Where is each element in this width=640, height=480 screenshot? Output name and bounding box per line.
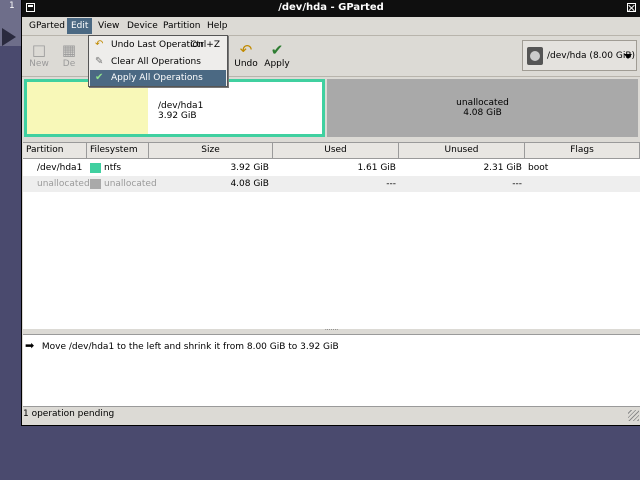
- cell-unused: ---: [512, 179, 522, 189]
- cell-used: ---: [386, 179, 396, 189]
- filesystem-color-swatch: [90, 179, 101, 189]
- cell-size: 4.08 GiB: [230, 179, 269, 189]
- partition-map-name: /dev/hda1: [158, 101, 204, 111]
- menu-gparted[interactable]: GParted: [25, 18, 69, 34]
- list-item[interactable]: ➡ Move /dev/hda1 to the left and shrink …: [25, 339, 339, 353]
- harddisk-icon: [527, 47, 543, 65]
- window-title: /dev/hda - GParted: [278, 2, 384, 13]
- menu-partition[interactable]: Partition: [159, 18, 205, 34]
- operation-text: Move /dev/hda1 to the left and shrink it…: [41, 342, 339, 352]
- new-button-label: New: [29, 59, 49, 69]
- status-bar: 1 operation pending: [22, 407, 640, 424]
- dropdown-arrow-icon: [624, 54, 632, 59]
- column-flags[interactable]: Flags: [525, 143, 640, 158]
- cell-unused: 2.31 GiB: [483, 163, 522, 173]
- column-filesystem[interactable]: Filesystem: [87, 143, 149, 158]
- delete-button[interactable]: ▦ De: [52, 38, 86, 74]
- title-bar: /dev/hda - GParted: [22, 0, 640, 17]
- checkmark-icon: ✔: [95, 72, 104, 83]
- delete-button-label: De: [62, 59, 76, 69]
- column-partition[interactable]: Partition: [23, 143, 87, 158]
- column-used[interactable]: Used: [273, 143, 399, 158]
- workspace-indicator[interactable]: 1: [0, 0, 23, 46]
- disk-map-partition-hda1[interactable]: /dev/hda1 3.92 GiB: [24, 79, 325, 137]
- filesystem-color-swatch: [90, 163, 101, 173]
- partition-map-size: 3.92 GiB: [158, 111, 197, 121]
- device-selector[interactable]: /dev/hda (8.00 GiB): [522, 40, 637, 71]
- cell-partition: /dev/hda1: [37, 163, 83, 173]
- cell-size: 3.92 GiB: [230, 163, 269, 173]
- menu-help[interactable]: Help: [203, 18, 232, 34]
- unallocated-map-name: unallocated: [456, 98, 509, 108]
- close-icon[interactable]: [627, 3, 636, 12]
- menu-device[interactable]: Device: [123, 18, 162, 34]
- menu-item-clear-all-operations[interactable]: ✎ Clear All Operations: [90, 54, 226, 70]
- cell-filesystem: ntfs: [104, 163, 122, 173]
- partition-table: Partition Filesystem Size Used Unused Fl…: [23, 142, 640, 329]
- menu-item-label: Apply All Operations: [111, 73, 203, 83]
- menu-item-undo-last-operation[interactable]: ↶ Undo Last Operation Ctrl+Z: [90, 37, 226, 53]
- resize-grip-icon[interactable]: [628, 410, 639, 421]
- table-row[interactable]: unallocated unallocated 4.08 GiB --- ---: [23, 176, 640, 192]
- undo-icon: ↶: [95, 39, 104, 50]
- table-row[interactable]: /dev/hda1 ntfs 3.92 GiB 1.61 GiB 2.31 Gi…: [23, 160, 640, 176]
- cell-flags: boot: [528, 163, 549, 173]
- apply-button[interactable]: ✔ Apply: [260, 38, 294, 74]
- menu-edit[interactable]: Edit: [67, 18, 93, 34]
- workspace-number: 1: [9, 1, 15, 11]
- pending-operations-list: ➡ Move /dev/hda1 to the left and shrink …: [23, 334, 640, 407]
- edit-menu-dropdown: ↶ Undo Last Operation Ctrl+Z ✎ Clear All…: [88, 35, 228, 87]
- delete-icon: ▦: [61, 41, 77, 59]
- menu-item-label: Clear All Operations: [111, 57, 201, 67]
- table-header: Partition Filesystem Size Used Unused Fl…: [23, 143, 640, 159]
- device-selector-label: /dev/hda (8.00 GiB): [547, 51, 636, 61]
- column-unused[interactable]: Unused: [399, 143, 525, 158]
- disk-map: /dev/hda1 3.92 GiB unallocated 4.08 GiB: [24, 79, 638, 137]
- menu-item-apply-all-operations[interactable]: ✔ Apply All Operations: [90, 70, 226, 86]
- unallocated-map-size: 4.08 GiB: [463, 108, 502, 118]
- new-file-icon: □: [31, 41, 47, 59]
- apply-button-label: Apply: [264, 59, 290, 69]
- move-resize-icon: ➡: [25, 339, 35, 352]
- new-button[interactable]: □ New: [22, 38, 56, 74]
- menu-view[interactable]: View: [94, 18, 123, 34]
- menu-bar: GParted Edit View Device Partition Help: [22, 17, 640, 36]
- disk-map-unallocated[interactable]: unallocated 4.08 GiB: [327, 79, 638, 137]
- column-size[interactable]: Size: [149, 143, 273, 158]
- menu-item-shortcut: Ctrl+Z: [190, 40, 220, 50]
- undo-button-label: Undo: [234, 59, 258, 69]
- undo-button[interactable]: ↶ Undo: [229, 38, 263, 74]
- checkmark-icon: ✔: [270, 41, 284, 59]
- undo-icon: ↶: [239, 41, 253, 59]
- cell-partition: unallocated: [37, 179, 90, 189]
- workspace-arrow-icon: [2, 28, 16, 46]
- cell-used: 1.61 GiB: [357, 163, 396, 173]
- used-space-bar: [27, 82, 148, 134]
- gparted-window: /dev/hda - GParted GParted Edit View Dev…: [21, 0, 640, 426]
- clear-icon: ✎: [95, 56, 104, 67]
- status-text: 1 operation pending: [23, 409, 115, 419]
